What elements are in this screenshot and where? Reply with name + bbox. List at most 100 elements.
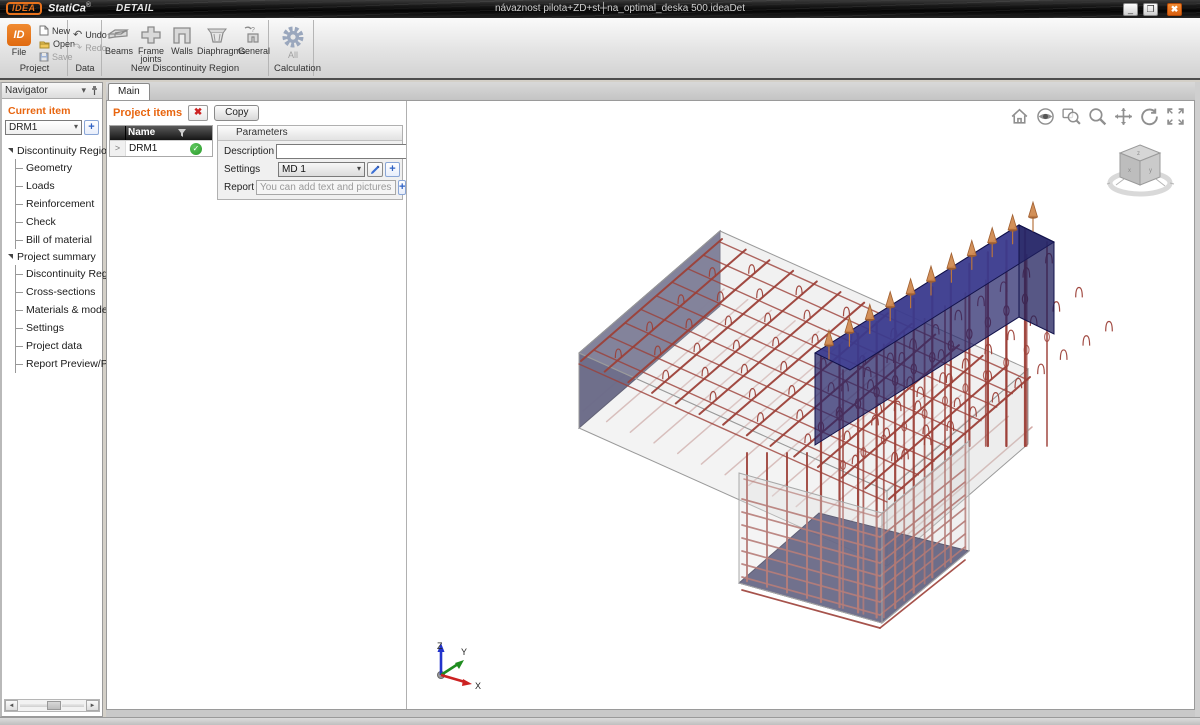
add-settings-button[interactable]: + xyxy=(385,162,400,177)
svg-text:y: y xyxy=(1149,168,1152,174)
home-icon[interactable] xyxy=(1009,106,1030,127)
model-3d[interactable] xyxy=(407,101,1194,709)
tree-item-discontinuity-region[interactable]: Discontinuity Region xyxy=(2,143,102,159)
table-row[interactable]: > DRM1 ✓ xyxy=(110,140,212,156)
tree-item-geometry[interactable]: Geometry xyxy=(16,159,102,177)
edit-settings-button[interactable] xyxy=(367,162,383,177)
view-cube[interactable]: z x y xyxy=(1104,139,1176,201)
group-label-region: New Discontinuity Region xyxy=(104,62,266,75)
tab-main[interactable]: Main xyxy=(108,83,150,100)
right-edge xyxy=(1195,82,1200,717)
scrollbar-thumb[interactable] xyxy=(47,701,61,710)
expander-icon[interactable] xyxy=(8,254,13,259)
frame-joints-button[interactable]: Frame joints xyxy=(135,23,167,65)
tree-item-loads[interactable]: Loads xyxy=(16,177,102,195)
gear-icon xyxy=(280,25,306,49)
scroll-right-button[interactable]: ► xyxy=(86,700,99,711)
project-items-table: Name > DRM1 ✓ xyxy=(109,125,213,157)
frame-joints-icon xyxy=(139,25,163,45)
settings-label: Settings xyxy=(220,164,276,175)
settings-select[interactable]: MD 1 ▾ xyxy=(278,162,365,177)
tree-item-materials-models[interactable]: Materials & models xyxy=(16,301,102,319)
main-area: Main Project items ✖ Copy Name > xyxy=(106,82,1195,717)
tree-item-settings[interactable]: Settings xyxy=(16,319,102,337)
parameters-panel: Parameters Description Settings MD 1 ▾ + xyxy=(217,125,403,200)
group-label-data: Data xyxy=(71,62,99,75)
copy-button[interactable]: Copy xyxy=(214,105,259,121)
fit-view-icon[interactable] xyxy=(1165,106,1186,127)
status-ok-icon: ✓ xyxy=(190,143,202,155)
tree-item-summary-discontinuity-region[interactable]: Discontinuity Region xyxy=(16,265,102,283)
tree-item-reinforcement[interactable]: Reinforcement xyxy=(16,195,102,213)
diaphragms-button[interactable]: Diaphragms xyxy=(197,23,237,65)
diaphragms-icon xyxy=(204,25,230,45)
chevron-down-icon: ▾ xyxy=(74,122,78,131)
maximize-button[interactable]: ❐ xyxy=(1143,3,1158,16)
rotate-icon[interactable] xyxy=(1139,106,1160,127)
axis-x-label: X xyxy=(475,681,481,691)
redo-icon: ↷ xyxy=(73,41,82,54)
tree-item-project-summary[interactable]: Project summary xyxy=(2,249,102,265)
general-button[interactable]: ? General xyxy=(238,23,267,65)
axis-y-label: Y xyxy=(461,647,467,657)
axes-triad: Z Y X xyxy=(425,639,483,691)
row-selector[interactable]: > xyxy=(110,141,126,156)
current-item-select[interactable]: DRM1 ▾ xyxy=(5,120,82,135)
project-items-title: Project items xyxy=(113,107,182,119)
beams-icon xyxy=(106,25,132,45)
axis-z-label: Z xyxy=(437,641,443,651)
file-button[interactable]: ID File xyxy=(4,23,34,65)
idea-logo: IDEA xyxy=(6,2,42,15)
calculate-all-button[interactable]: All xyxy=(277,23,309,65)
viewport-toolbar xyxy=(1009,106,1186,127)
navigator-panel: Navigator ▾ Current item DRM1 ▾ + Discon… xyxy=(0,82,103,717)
tree-item-check[interactable]: Check xyxy=(16,213,102,231)
table-header: Name xyxy=(110,126,212,140)
title-bar: IDEA StatiCa® DETAIL návaznost pilota+ZD… xyxy=(0,0,1200,18)
svg-text:?: ? xyxy=(251,27,255,34)
tree-item-cross-sections[interactable]: Cross-sections xyxy=(16,283,102,301)
viewport-3d[interactable]: z x y Z Y X xyxy=(406,101,1194,709)
minimize-button[interactable]: _ xyxy=(1123,3,1138,16)
navigator-tree: Discontinuity Region Geometry Loads Rein… xyxy=(2,143,102,373)
close-button[interactable]: ✖ xyxy=(1167,3,1182,16)
filter-icon[interactable] xyxy=(178,129,186,137)
add-item-button[interactable]: + xyxy=(84,120,99,135)
bottom-edge xyxy=(0,717,1200,725)
pin-icon[interactable] xyxy=(91,85,98,97)
svg-text:x: x xyxy=(1128,168,1131,174)
ribbon: ID File New Open Save Project ↶ Undo xyxy=(0,18,1200,80)
project-items-panel: Project items ✖ Copy Name > DRM1 ✓ xyxy=(107,101,406,709)
ribbon-group-data: ↶ Undo ↷ Redo Data xyxy=(69,20,102,76)
expander-icon[interactable] xyxy=(8,148,13,153)
walls-icon xyxy=(171,25,193,45)
navigator-menu-icon[interactable]: ▾ xyxy=(81,85,86,96)
group-label-project: Project xyxy=(4,62,65,75)
zoom-window-icon[interactable] xyxy=(1061,106,1082,127)
tree-item-project-data[interactable]: Project data xyxy=(16,337,102,355)
app-module: DETAIL xyxy=(116,3,154,14)
tree-item-bill-of-material[interactable]: Bill of material xyxy=(16,231,102,249)
open-folder-icon xyxy=(39,39,50,49)
pencil-icon xyxy=(370,164,381,175)
file-icon: ID xyxy=(7,24,31,46)
report-input[interactable] xyxy=(256,180,396,195)
scroll-left-button[interactable]: ◄ xyxy=(5,700,18,711)
view-eye-icon[interactable] xyxy=(1035,106,1056,127)
beams-button[interactable]: Beams xyxy=(104,23,134,65)
delete-item-button[interactable]: ✖ xyxy=(188,105,208,121)
walls-button[interactable]: Walls xyxy=(168,23,196,65)
description-input[interactable] xyxy=(276,144,416,159)
item-name: DRM1 xyxy=(126,143,188,154)
description-label: Description xyxy=(220,146,274,157)
navigator-hscrollbar[interactable]: ◄ ► xyxy=(4,699,100,712)
tree-item-report-preview-print[interactable]: Report Preview/Print xyxy=(16,355,102,373)
app-name: StatiCa® xyxy=(48,2,91,15)
svg-text:z: z xyxy=(1137,151,1140,157)
zoom-icon[interactable] xyxy=(1087,106,1108,127)
new-page-icon xyxy=(39,25,49,36)
tab-strip: Main xyxy=(106,82,1195,100)
undo-icon: ↶ xyxy=(73,28,82,41)
pan-icon[interactable] xyxy=(1113,106,1134,127)
ribbon-group-region: Beams Frame joints Walls Diaphragms ? Ge… xyxy=(102,20,269,76)
